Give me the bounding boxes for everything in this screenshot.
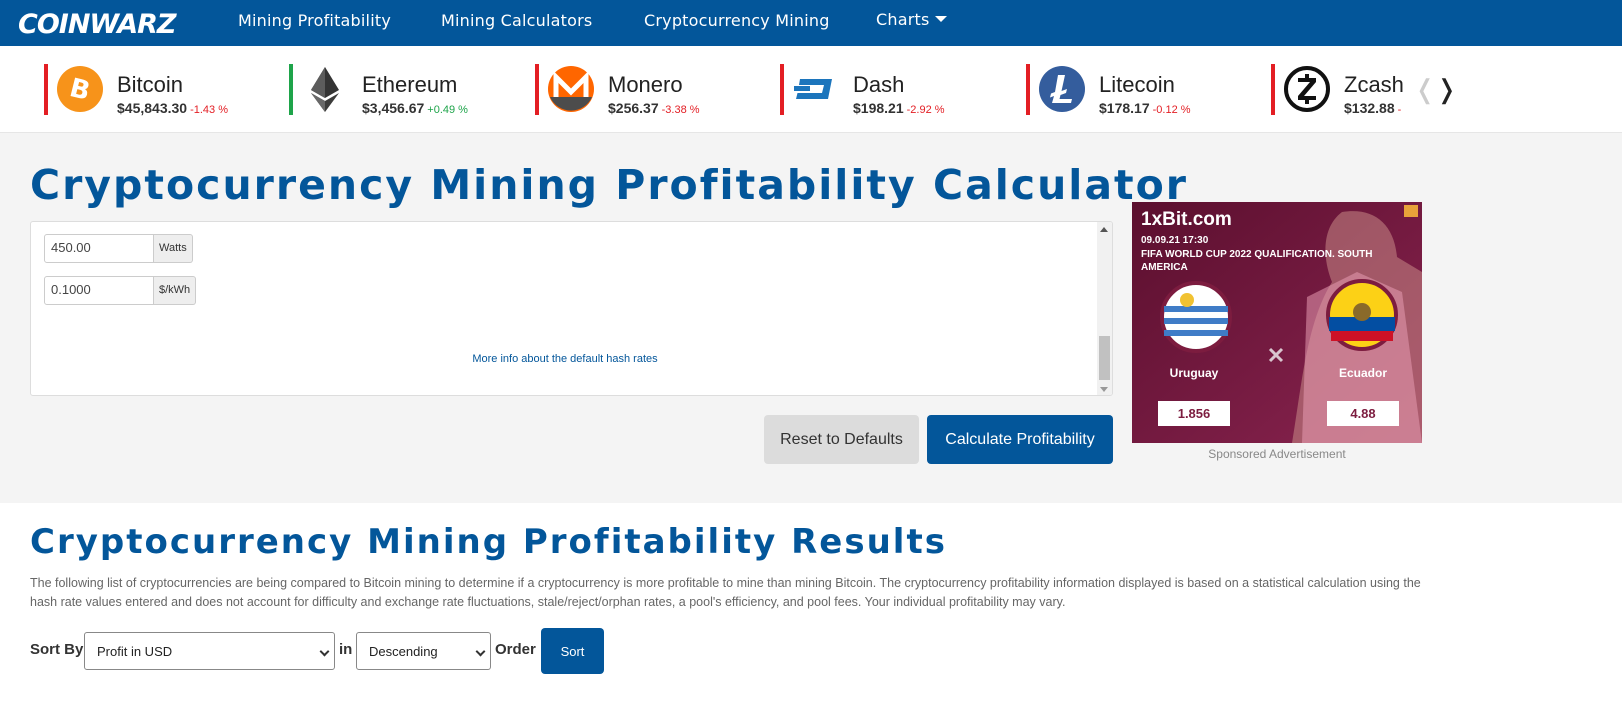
cost-input-group: 0.1000 $/kWh [44,276,197,305]
ticker-item-bitcoin[interactable]: B Bitcoin $45,843.30 -1.43 % [44,64,274,116]
ethereum-icon [301,65,349,113]
ticker-arrows: ❬❭ [1414,74,1458,105]
power-watts-input[interactable]: 450.00 [44,234,154,263]
nav-mining-profitability[interactable]: Mining Profitability [238,11,391,30]
chevron-down-icon [319,646,330,657]
ad-odds1: 1.856 [1177,406,1211,421]
ticker-item-ethereum[interactable]: Ethereum $3,456.67 +0.49 % [289,64,519,116]
coin-price-value: $198.21 [853,100,904,116]
coin-change: -2.92 % [906,104,945,116]
ad-brand: 1xBit.com [1141,209,1232,230]
ticker-next-arrow-icon[interactable]: ❭ [1436,74,1458,104]
scroll-up-icon[interactable] [1100,227,1108,232]
ad-team2: Ecuador [1338,366,1387,380]
coin-name: Monero [608,72,683,97]
trend-bar [535,64,539,115]
coin-price: $3,456.67 +0.49 % [362,100,468,116]
kwh-unit-label: $/kWh [154,276,197,305]
calculate-profitability-button[interactable]: Calculate Profitability [927,415,1113,464]
sponsored-ad-banner[interactable]: 1xBit.com 09.09.21 17:30 FIFA WORLD CUP … [1132,202,1422,443]
nav-mining-calculators[interactable]: Mining Calculators [441,11,592,30]
coin-price-value: $256.37 [608,100,659,116]
results-description: The following list of cryptocurrencies a… [30,576,1421,609]
results-title: Cryptocurrency Mining Profitability Resu… [30,522,947,562]
order-label: Order [495,641,536,658]
coin-name: Ethereum [362,72,458,97]
ad-odds2: 4.88 [1350,406,1376,421]
dash-icon [792,65,840,113]
bitcoin-icon: B [56,65,104,113]
ticker-item-dash[interactable]: Dash $198.21 -2.92 % [780,64,1010,116]
coin-price-value: $45,843.30 [117,100,188,116]
ad-team1: Uruguay [1169,366,1219,380]
trend-bar [289,64,293,115]
coin-change: - [1397,104,1402,115]
coin-name: Bitcoin [117,72,184,97]
coin-name: Dash [853,72,905,97]
coin-price: $132.88- [1344,100,1401,115]
ticker-item-zcash[interactable]: Zcash $132.88- [1271,64,1406,115]
scroll-thumb[interactable] [1099,336,1110,380]
coin-price-value: $132.88 [1344,100,1395,115]
sort-button[interactable]: Sort [541,628,604,674]
trend-bar [780,64,784,115]
svg-text:COINWARZ: COINWARZ [18,9,177,37]
coinwarz-logo[interactable]: COINWARZ [18,7,182,42]
more-info-hash-rates-link[interactable]: More info about the default hash rates [31,353,1099,365]
nav-charts-label: Charts [876,10,930,29]
sort-controls: Sort By Profit in USD in Descending Orde… [30,628,730,674]
sort-order-select[interactable]: Descending [356,632,491,670]
sort-order-value: Descending [369,644,438,659]
coin-price: $256.37 -3.38 % [608,100,700,116]
sort-by-label: Sort By [30,641,84,658]
coin-price: $45,843.30 -1.43 % [117,100,228,116]
power-cost-input[interactable]: 0.1000 [44,276,154,305]
coin-change: +0.49 % [427,104,468,116]
top-nav: COINWARZ Mining Profitability Mining Cal… [0,0,1622,46]
page-title: Cryptocurrency Mining Profitability Calc… [30,161,1188,209]
coin-name: Zcash [1344,72,1404,97]
chevron-down-icon [475,646,486,657]
in-label: in [339,641,353,658]
trend-bar [1026,64,1030,115]
ad-caption: Sponsored Advertisement [1208,447,1346,461]
watts-unit-label: Watts [154,234,193,263]
sort-by-value: Profit in USD [97,644,173,659]
coin-change: -1.43 % [190,104,228,116]
monero-icon [547,65,595,113]
calculator-inputs-panel: 450.00 Watts 0.1000 $/kWh More info abou… [30,221,1113,396]
scroll-down-icon[interactable] [1100,387,1108,392]
ticker-item-monero[interactable]: Monero $256.37 -3.38 % [535,64,765,116]
coin-price: $198.21 -2.92 % [853,100,945,116]
ad-date: 09.09.21 17:30 [1141,235,1209,246]
coin-name: Litecoin [1099,72,1175,97]
price-ticker: B Bitcoin $45,843.30 -1.43 % Ethereum $3,… [0,46,1622,133]
litecoin-icon [1038,65,1086,113]
ad-event: FIFA WORLD CUP 2022 QUALIFICATION. SOUTH… [1141,249,1373,273]
reset-defaults-button[interactable]: Reset to Defaults [764,415,919,464]
trend-bar [1271,64,1275,115]
nav-cryptocurrency-mining[interactable]: Cryptocurrency Mining [644,11,830,30]
power-input-group: 450.00 Watts [44,234,193,263]
nav-charts-dropdown[interactable]: Charts [876,10,947,29]
ticker-item-litecoin[interactable]: Litecoin $178.17 -0.12 % [1026,64,1256,116]
zcash-icon [1283,65,1331,113]
coin-price-value: $178.17 [1099,100,1150,116]
sort-by-select[interactable]: Profit in USD [84,632,335,670]
caret-down-icon [934,16,947,22]
coin-price-value: $3,456.67 [362,100,425,116]
ticker-prev-arrow-icon[interactable]: ❬ [1414,74,1436,104]
coin-change: -3.38 % [661,104,700,116]
coin-change: -0.12 % [1152,104,1191,116]
panel-scrollbar[interactable] [1097,222,1112,395]
coin-price: $178.17 -0.12 % [1099,100,1191,116]
trend-bar [44,64,48,115]
